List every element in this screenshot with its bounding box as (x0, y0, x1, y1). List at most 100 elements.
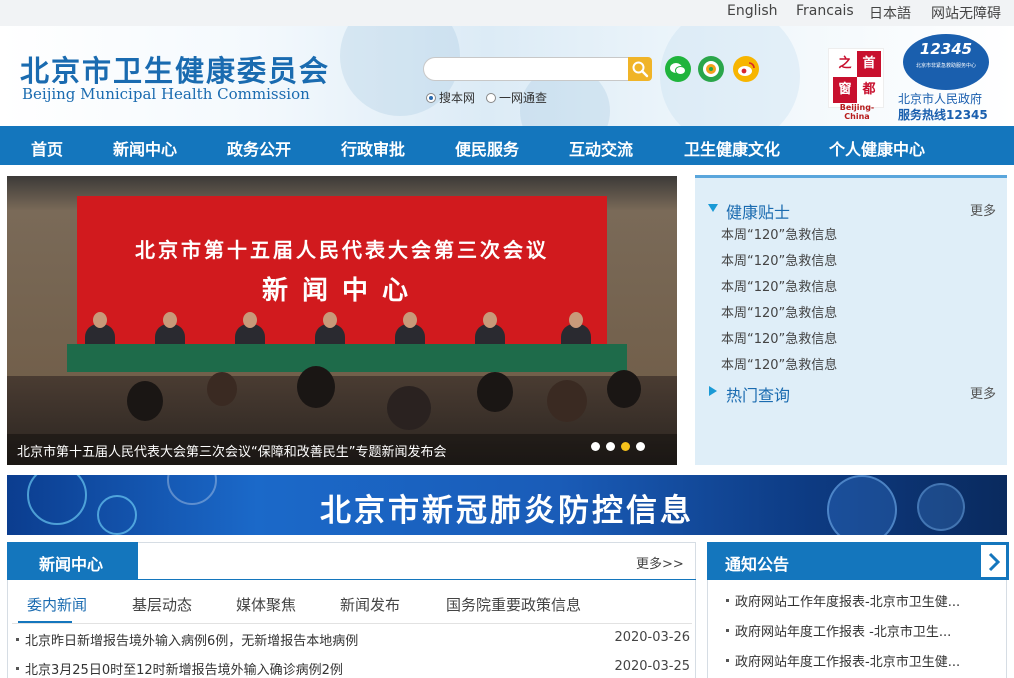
stage-table (67, 344, 627, 372)
audience-head (477, 372, 513, 412)
nav-item-culture[interactable]: 卫生健康文化 (684, 136, 780, 160)
lang-french-link[interactable]: Francais (796, 3, 854, 19)
lang-japanese-link[interactable]: 日本語 (869, 3, 911, 23)
chevron-right-icon (988, 552, 1001, 572)
audience-head (547, 380, 587, 422)
notice-title: 通知公告 (725, 555, 790, 574)
carousel-dot[interactable] (591, 442, 600, 451)
top-utility-bar: English Francais 日本語 网站无障碍 (0, 0, 1014, 26)
accessibility-link[interactable]: 网站无障碍 (931, 3, 1001, 23)
nav-item-news[interactable]: 新闻中心 (113, 136, 177, 160)
bullet-icon (16, 638, 19, 641)
hotline-line2: 服务热线12345 (898, 108, 988, 122)
tab-internal-news[interactable]: 委内新闻 (27, 594, 87, 615)
site-header: 北京市卫生健康委员会 Beijing Municipal Health Comm… (0, 26, 1014, 126)
hotline-subtitle: 北京市非紧急救助服务中心 (915, 63, 976, 69)
radio-selected-icon (426, 93, 436, 103)
site-logo-en: Beijing Municipal Health Commission (22, 85, 310, 103)
bullet-icon (726, 629, 729, 632)
covid-info-banner[interactable]: 北京市新冠肺炎防控信息 (7, 475, 1007, 535)
search-box (423, 57, 629, 81)
tab-grassroots[interactable]: 基层动态 (132, 594, 192, 615)
notice-item[interactable]: 政府网站年度工作报表 -北京市卫生... (726, 621, 990, 640)
speaker-head (93, 312, 107, 328)
notice-next-button[interactable] (980, 544, 1007, 578)
speaker-head (403, 312, 417, 328)
news-carousel[interactable]: 北京市第十五届人民代表大会第三次会议 新闻中心 北京市第十五届人民代表大会第三次… (7, 176, 677, 465)
collapsed-arrow-icon (709, 386, 717, 396)
search-scope-all[interactable]: 一网通查 (486, 89, 547, 106)
nav-item-approval[interactable]: 行政审批 (341, 136, 405, 160)
news-center-box: 新闻中心 更多>> 委内新闻 基层动态 媒体聚焦 新闻发布 国务院重要政策信息 … (7, 542, 696, 678)
radio-unselected-icon (486, 93, 496, 103)
health-tips-more-link[interactable]: 更多 (970, 200, 996, 219)
audience-head (607, 370, 641, 408)
speaker-head (483, 312, 497, 328)
health-tip-item[interactable]: 本周“120”急救信息 (721, 224, 837, 243)
badge-char: 之 (838, 56, 852, 71)
carousel-caption[interactable]: 北京市第十五届人民代表大会第三次会议“保障和改善民生”专题新闻发布会 (7, 434, 677, 465)
search-input[interactable] (432, 58, 622, 80)
weibo-icon[interactable] (733, 56, 759, 82)
hot-query-more-link[interactable]: 更多 (970, 383, 996, 402)
tab-press-release[interactable]: 新闻发布 (340, 594, 400, 615)
hotline-line1: 北京市人民政府 (898, 92, 983, 106)
news-row[interactable]: 北京3月25日0时至12时新增报告境外输入确诊病例2例 2020-03-25 (16, 659, 690, 678)
audience-head (207, 372, 237, 406)
carousel-dot[interactable] (606, 442, 615, 451)
nav-item-interaction[interactable]: 互动交流 (569, 136, 633, 160)
tab-separator (12, 623, 692, 624)
nav-item-gov-affairs[interactable]: 政务公开 (227, 136, 291, 160)
hotline-logo[interactable]: 12345 北京市非紧急救助服务中心 (903, 34, 989, 90)
health-tips-title[interactable]: 健康贴士 (726, 199, 790, 223)
news-title: 北京3月25日0时至12时新增报告境外输入确诊病例2例 (25, 663, 343, 678)
badge-char: 首 (857, 51, 881, 77)
health-tip-item[interactable]: 本周“120”急救信息 (721, 302, 837, 321)
health-tip-item[interactable]: 本周“120”急救信息 (721, 276, 837, 295)
tab-media[interactable]: 媒体聚焦 (236, 594, 296, 615)
hot-query-title[interactable]: 热门查询 (726, 382, 790, 406)
wechat-icon[interactable] (665, 56, 691, 82)
badge-char: 窗 (833, 77, 857, 103)
carousel-caption-text: 北京市第十五届人民代表大会第三次会议“保障和改善民生”专题新闻发布会 (17, 445, 447, 460)
nav-item-personal-health[interactable]: 个人健康中心 (829, 136, 925, 160)
speaker-head (569, 312, 583, 328)
carousel-dot-active[interactable] (621, 442, 630, 451)
news-title: 北京昨日新增报告境外输入病例6例，无新增报告本地病例 (25, 634, 359, 649)
main-nav: 首页 新闻中心 政务公开 行政审批 便民服务 互动交流 卫生健康文化 个人健康中… (0, 126, 1014, 165)
notice-header: 通知公告 (707, 542, 1009, 580)
audience-head (387, 386, 431, 430)
search-scope-site[interactable]: 搜本网 (426, 89, 475, 106)
carousel-dot[interactable] (636, 442, 645, 451)
weibo-app-icon[interactable] (698, 56, 724, 82)
lang-english-link[interactable]: English (727, 3, 778, 19)
health-tip-item[interactable]: 本周“120”急救信息 (721, 250, 837, 269)
news-date: 2020-03-25 (614, 659, 690, 674)
news-center-title: 新闻中心 (39, 555, 104, 574)
news-date: 2020-03-26 (614, 630, 690, 645)
health-tip-item[interactable]: 本周“120”急救信息 (721, 354, 837, 373)
info-panel: 健康贴士 更多 本周“120”急救信息 本周“120”急救信息 本周“120”急… (695, 175, 1007, 465)
bullet-icon (726, 599, 729, 602)
news-center-header: 新闻中心 (7, 542, 138, 580)
audience-head (127, 381, 163, 421)
search-button[interactable] (628, 57, 652, 81)
news-header-line (138, 579, 696, 580)
news-row[interactable]: 北京昨日新增报告境外输入病例6例，无新增报告本地病例 2020-03-26 (16, 630, 690, 649)
hotline-number: 12345 (919, 40, 973, 58)
speaker-head (243, 312, 257, 328)
news-more-link[interactable]: 更多>> (636, 553, 684, 572)
health-tip-item[interactable]: 本周“120”急救信息 (721, 328, 837, 347)
tab-state-council-policy[interactable]: 国务院重要政策信息 (446, 594, 581, 615)
notice-item[interactable]: 政府网站工作年度报表-北京市卫生健... (726, 591, 990, 610)
speaker-head (163, 312, 177, 328)
notice-item[interactable]: 政府网站年度工作报表-北京市卫生健... (726, 651, 990, 670)
bullet-icon (726, 659, 729, 662)
site-logo-cn[interactable]: 北京市卫生健康委员会 (20, 48, 330, 90)
expand-arrow-icon (708, 204, 718, 212)
backdrop-line2: 新闻中心 (261, 276, 422, 306)
nav-item-services[interactable]: 便民服务 (455, 136, 519, 160)
badge-char: 都 (862, 82, 876, 97)
nav-item-home[interactable]: 首页 (31, 136, 63, 160)
capital-window-badge[interactable]: 首 都 之 窗 Beijing-China (828, 48, 884, 121)
